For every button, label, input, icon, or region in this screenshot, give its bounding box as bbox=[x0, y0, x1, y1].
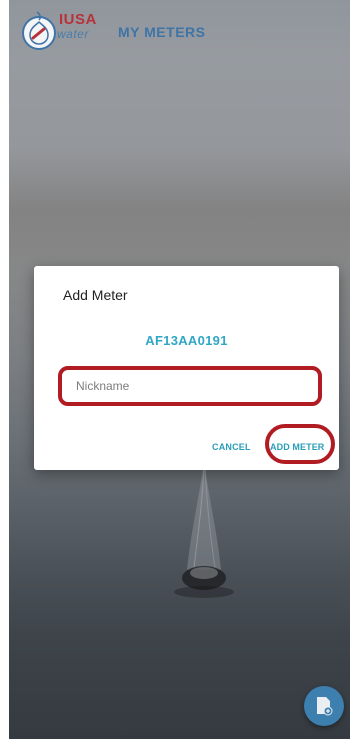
brand-name-bottom: water bbox=[57, 27, 89, 41]
brand-name-top: IUSA bbox=[59, 11, 97, 28]
dialog-title: Add Meter bbox=[63, 287, 128, 303]
add-meter-dialog: Add Meter AF13AA0191 CANCEL ADD METER bbox=[34, 266, 339, 470]
add-meter-button[interactable]: ADD METER bbox=[270, 442, 324, 452]
add-meter-fab[interactable] bbox=[304, 686, 344, 726]
nickname-input[interactable] bbox=[58, 366, 322, 406]
cancel-button[interactable]: CANCEL bbox=[212, 442, 251, 452]
app-header: IUSA water MY METERS bbox=[9, 0, 350, 66]
page-title: MY METERS bbox=[118, 24, 206, 40]
meter-id: AF13AA0191 bbox=[145, 333, 228, 348]
app-screen: IUSA water MY METERS Add Meter AF13AA019… bbox=[9, 0, 350, 739]
add-document-icon bbox=[317, 697, 333, 716]
